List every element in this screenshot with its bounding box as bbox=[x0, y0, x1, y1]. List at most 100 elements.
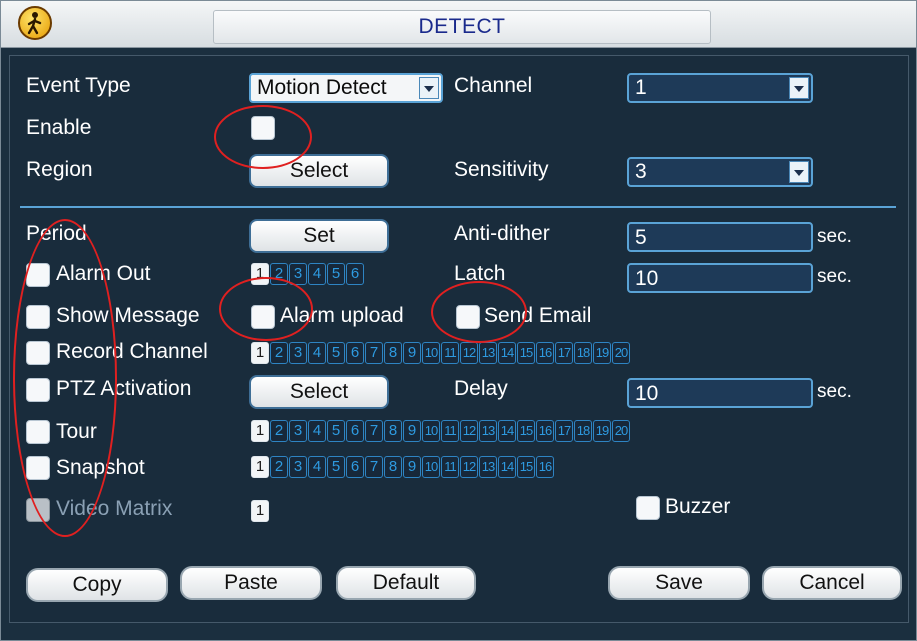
channel-toggle[interactable]: 14 bbox=[498, 342, 516, 364]
channel-toggle[interactable]: 11 bbox=[441, 456, 459, 478]
ptz-select-button[interactable]: Select bbox=[249, 375, 389, 409]
channel-toggle[interactable]: 1 bbox=[251, 263, 269, 285]
chevron-down-icon[interactable] bbox=[789, 161, 809, 183]
channel-toggle[interactable]: 11 bbox=[441, 342, 459, 364]
channel-toggle[interactable]: 20 bbox=[612, 342, 630, 364]
channel-toggle[interactable]: 8 bbox=[384, 456, 402, 478]
buzzer-checkbox[interactable] bbox=[636, 496, 660, 520]
delay-input[interactable]: 10 bbox=[627, 378, 813, 408]
channel-toggle[interactable]: 2 bbox=[270, 420, 288, 442]
channel-toggle[interactable]: 4 bbox=[308, 263, 326, 285]
channel-toggle[interactable]: 10 bbox=[422, 342, 440, 364]
anti-dither-input[interactable]: 5 bbox=[627, 222, 813, 252]
channel-toggle[interactable]: 9 bbox=[403, 420, 421, 442]
channel-toggle[interactable]: 5 bbox=[327, 263, 345, 285]
anti-dither-value: 5 bbox=[635, 226, 647, 249]
channel-toggle[interactable]: 6 bbox=[346, 342, 364, 364]
channel-toggle[interactable]: 15 bbox=[517, 420, 535, 442]
snapshot-label: Snapshot bbox=[56, 456, 145, 479]
ptz-activation-checkbox[interactable] bbox=[26, 378, 50, 402]
channel-toggle[interactable]: 2 bbox=[270, 263, 288, 285]
channel-toggle[interactable]: 6 bbox=[346, 263, 364, 285]
copy-button[interactable]: Copy bbox=[26, 568, 168, 602]
channel-toggle[interactable]: 1 bbox=[251, 420, 269, 442]
channel-toggle[interactable]: 11 bbox=[441, 420, 459, 442]
channel-toggle[interactable]: 9 bbox=[403, 342, 421, 364]
video-matrix-label: Video Matrix bbox=[56, 497, 173, 520]
channel-toggle[interactable]: 9 bbox=[403, 456, 421, 478]
channel-toggle[interactable]: 13 bbox=[479, 342, 497, 364]
alarm-out-checkbox[interactable] bbox=[26, 263, 50, 287]
channel-toggle[interactable]: 4 bbox=[308, 342, 326, 364]
delay-label: Delay bbox=[454, 377, 508, 400]
paste-button[interactable]: Paste bbox=[180, 566, 322, 600]
record-channel-checkbox[interactable] bbox=[26, 341, 50, 365]
channel-toggle[interactable]: 3 bbox=[289, 420, 307, 442]
tour-checkbox[interactable] bbox=[26, 420, 50, 444]
snapshot-checkbox[interactable] bbox=[26, 456, 50, 480]
channel-select[interactable]: 1 bbox=[627, 73, 813, 103]
channel-toggle[interactable]: 5 bbox=[327, 456, 345, 478]
channel-toggle[interactable]: 13 bbox=[479, 456, 497, 478]
sensitivity-select[interactable]: 3 bbox=[627, 157, 813, 187]
channel-toggle[interactable]: 12 bbox=[460, 420, 478, 442]
channel-toggle[interactable]: 5 bbox=[327, 342, 345, 364]
alarm-upload-checkbox[interactable] bbox=[251, 305, 275, 329]
chevron-down-icon[interactable] bbox=[419, 77, 439, 99]
period-set-button[interactable]: Set bbox=[249, 219, 389, 253]
channel-toggle[interactable]: 8 bbox=[384, 342, 402, 364]
channel-toggle[interactable]: 18 bbox=[574, 342, 592, 364]
default-button[interactable]: Default bbox=[336, 566, 476, 600]
channel-toggle[interactable]: 13 bbox=[479, 420, 497, 442]
channel-toggle[interactable]: 14 bbox=[498, 420, 516, 442]
channel-toggle[interactable]: 3 bbox=[289, 456, 307, 478]
channel-toggle[interactable]: 3 bbox=[289, 342, 307, 364]
settings-panel: Event Type Motion Detect Channel 1 Enabl… bbox=[9, 55, 909, 623]
channel-toggle[interactable]: 4 bbox=[308, 456, 326, 478]
send-email-checkbox[interactable] bbox=[456, 305, 480, 329]
channel-toggle[interactable]: 3 bbox=[289, 263, 307, 285]
channel-toggle[interactable]: 20 bbox=[612, 420, 630, 442]
send-email-label: Send Email bbox=[484, 304, 592, 327]
channel-toggle[interactable]: 4 bbox=[308, 420, 326, 442]
channel-toggle: 1 bbox=[251, 500, 269, 522]
channel-toggle[interactable]: 7 bbox=[365, 420, 383, 442]
channel-toggle[interactable]: 18 bbox=[574, 420, 592, 442]
channel-toggle[interactable]: 19 bbox=[593, 342, 611, 364]
channel-toggle[interactable]: 6 bbox=[346, 456, 364, 478]
channel-toggle[interactable]: 2 bbox=[270, 456, 288, 478]
enable-checkbox[interactable] bbox=[251, 116, 275, 140]
chevron-down-icon[interactable] bbox=[789, 77, 809, 99]
channel-toggle[interactable]: 17 bbox=[555, 342, 573, 364]
show-message-label: Show Message bbox=[56, 304, 200, 327]
channel-toggle[interactable]: 10 bbox=[422, 456, 440, 478]
channel-toggle[interactable]: 16 bbox=[536, 420, 554, 442]
save-button[interactable]: Save bbox=[608, 566, 750, 600]
channel-toggle[interactable]: 2 bbox=[270, 342, 288, 364]
region-select-button[interactable]: Select bbox=[249, 154, 389, 188]
channel-toggle[interactable]: 1 bbox=[251, 342, 269, 364]
cancel-button[interactable]: Cancel bbox=[762, 566, 902, 600]
latch-input[interactable]: 10 bbox=[627, 263, 813, 293]
channel-toggle[interactable]: 16 bbox=[536, 342, 554, 364]
channel-toggle[interactable]: 17 bbox=[555, 420, 573, 442]
show-message-checkbox[interactable] bbox=[26, 305, 50, 329]
buzzer-label: Buzzer bbox=[665, 495, 731, 518]
event-type-value: Motion Detect bbox=[257, 76, 387, 99]
channel-toggle[interactable]: 10 bbox=[422, 420, 440, 442]
event-type-select[interactable]: Motion Detect bbox=[249, 73, 443, 103]
channel-toggle[interactable]: 16 bbox=[536, 456, 554, 478]
channel-toggle[interactable]: 7 bbox=[365, 456, 383, 478]
channel-toggle[interactable]: 14 bbox=[498, 456, 516, 478]
channel-toggle[interactable]: 5 bbox=[327, 420, 345, 442]
channel-toggle[interactable]: 12 bbox=[460, 342, 478, 364]
channel-toggle[interactable]: 7 bbox=[365, 342, 383, 364]
region-label: Region bbox=[26, 158, 93, 181]
channel-toggle[interactable]: 19 bbox=[593, 420, 611, 442]
channel-toggle[interactable]: 15 bbox=[517, 456, 535, 478]
channel-toggle[interactable]: 8 bbox=[384, 420, 402, 442]
channel-toggle[interactable]: 15 bbox=[517, 342, 535, 364]
channel-toggle[interactable]: 1 bbox=[251, 456, 269, 478]
channel-toggle[interactable]: 12 bbox=[460, 456, 478, 478]
channel-toggle[interactable]: 6 bbox=[346, 420, 364, 442]
